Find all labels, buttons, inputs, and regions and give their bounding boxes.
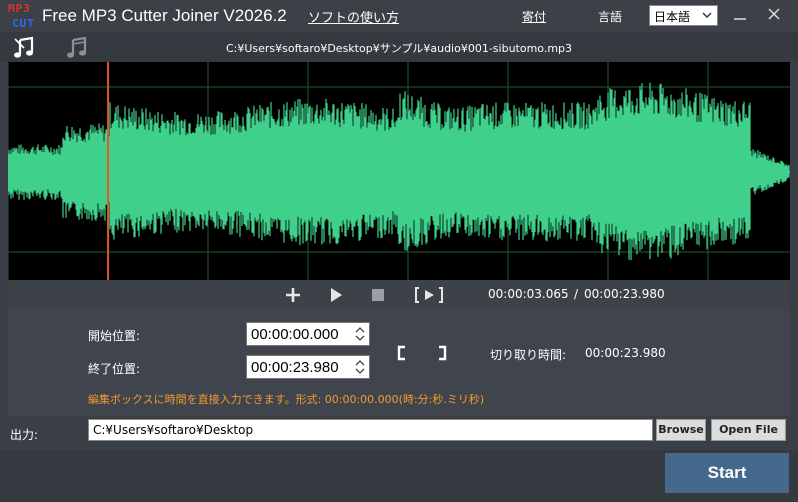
howto-link[interactable]: ソフトの使い方 — [308, 7, 399, 26]
app-title: Free MP3 Cutter Joiner V2026.2 — [42, 6, 287, 25]
close-icon[interactable] — [766, 6, 782, 22]
file-path: C:¥Users¥softaro¥Desktop¥サンプル¥audio¥001-… — [225, 42, 573, 55]
bracket-left-icon[interactable] — [396, 345, 408, 361]
end-time-spinner[interactable] — [353, 357, 367, 377]
output-path-input[interactable]: C:¥Users¥softaro¥Desktop — [88, 419, 653, 441]
cut-duration-label: 切り取り時間: — [490, 348, 567, 362]
language-select[interactable]: 日本語 — [649, 5, 718, 26]
end-time-value: 00:00:23.980 — [251, 359, 339, 376]
waveform-display[interactable] — [8, 62, 790, 280]
app-logo: MP3 CUT — [2, 1, 38, 31]
total-time: 00:00:23.980 — [584, 287, 665, 301]
output-label: 出力: — [10, 428, 39, 442]
playback-bar — [8, 280, 790, 310]
logo-line2: CUT — [12, 17, 35, 30]
minimize-icon[interactable] — [733, 8, 747, 22]
language-value: 日本語 — [654, 10, 691, 24]
current-time: 00:00:03.065 — [488, 287, 569, 301]
bracket-right-icon[interactable] — [436, 345, 448, 361]
start-time-input[interactable]: 00:00:00.000 — [246, 322, 370, 346]
stop-icon[interactable] — [370, 287, 386, 303]
start-time-value: 00:00:00.000 — [251, 326, 339, 343]
end-position-label: 終了位置: — [88, 362, 141, 376]
end-time-input[interactable]: 00:00:23.980 — [246, 355, 370, 379]
donate-link[interactable]: 寄付 — [522, 8, 546, 25]
plus-icon[interactable] — [284, 286, 302, 304]
output-path-value: C:¥Users¥softaro¥Desktop — [93, 423, 254, 437]
waveform-svg[interactable] — [8, 62, 790, 280]
chevron-down-icon — [702, 12, 712, 18]
play-selection-icon[interactable] — [414, 286, 444, 304]
start-button[interactable]: Start — [665, 453, 789, 493]
open-file-button[interactable]: Open File — [711, 419, 786, 441]
logo-line1: MP3 — [8, 2, 31, 15]
cut-duration-value: 00:00:23.980 — [585, 346, 666, 360]
language-label: 言語 — [598, 10, 623, 24]
browse-button[interactable]: Browse — [656, 419, 706, 441]
start-time-spinner[interactable] — [353, 324, 367, 344]
start-position-label: 開始位置: — [88, 329, 141, 343]
play-icon[interactable] — [328, 286, 344, 304]
input-hint: 編集ボックスに時間を直接入力できます。形式: 00:00:00.000(時:分:… — [88, 393, 485, 406]
time-separator: / — [574, 287, 579, 301]
